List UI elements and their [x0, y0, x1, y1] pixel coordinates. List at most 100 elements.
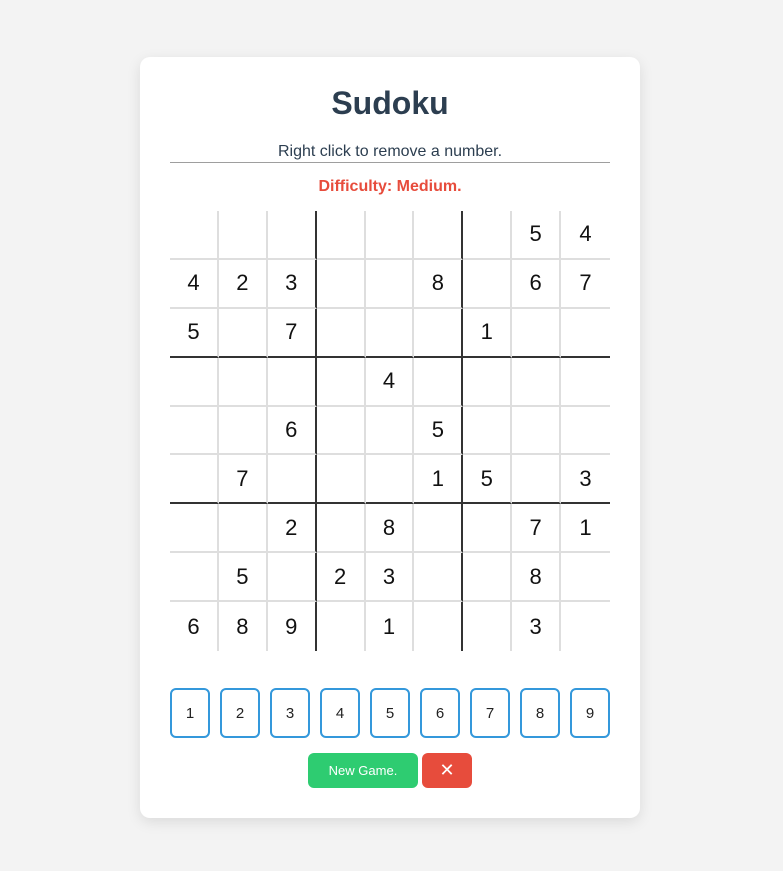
board-cell[interactable]: 7 [512, 504, 562, 554]
board-cell[interactable] [463, 211, 513, 260]
board-cell[interactable] [170, 357, 219, 407]
board-cell[interactable] [365, 259, 415, 309]
board-cell[interactable]: 4 [561, 211, 610, 260]
action-bar: New Game. ✕ [140, 753, 640, 788]
board-cell[interactable]: 8 [414, 259, 464, 309]
sudoku-board: 5442386757146571532871523868913 [170, 211, 610, 651]
board-cell[interactable]: 7 [561, 260, 610, 309]
board-cell[interactable] [316, 259, 366, 309]
board-cell[interactable]: 8 [219, 602, 268, 651]
board-cell[interactable]: 6 [512, 259, 562, 309]
board-cell[interactable] [463, 504, 513, 554]
board-cell[interactable]: 5 [170, 308, 219, 358]
board-cell[interactable] [414, 308, 464, 358]
board-cell[interactable] [561, 602, 610, 651]
board-cell[interactable] [316, 406, 366, 456]
board-cell[interactable] [414, 211, 464, 260]
board-cell[interactable] [414, 553, 464, 603]
board-cell[interactable]: 6 [267, 406, 317, 456]
board-cell[interactable] [365, 308, 415, 358]
board-cell[interactable]: 6 [170, 602, 219, 651]
board-cell[interactable] [414, 504, 464, 554]
board-cell[interactable] [512, 357, 562, 407]
board-cell[interactable] [463, 259, 513, 309]
board-cell[interactable]: 8 [365, 504, 415, 554]
board-cell[interactable] [463, 357, 513, 407]
number-button-6[interactable]: 6 [420, 688, 460, 738]
number-button-8[interactable]: 8 [520, 688, 560, 738]
board-cell[interactable] [463, 406, 513, 456]
number-button-1[interactable]: 1 [170, 688, 210, 738]
board-cell[interactable] [267, 211, 317, 260]
board-cell[interactable] [218, 211, 268, 260]
board-cell[interactable] [316, 455, 366, 505]
difficulty-label: Difficulty: Medium. [318, 178, 462, 195]
board-cell[interactable] [561, 553, 610, 603]
board-cell[interactable] [218, 406, 268, 456]
board-cell[interactable] [267, 553, 317, 603]
board-cell[interactable]: 7 [267, 308, 317, 358]
board-cell[interactable]: 3 [512, 602, 562, 651]
board-cell[interactable]: 3 [365, 553, 415, 603]
board-cell[interactable] [316, 211, 366, 260]
board-cell[interactable]: 1 [463, 308, 513, 358]
board-cell[interactable] [170, 455, 219, 505]
board-cell[interactable] [218, 308, 268, 358]
board-cell[interactable]: 3 [561, 455, 610, 505]
board-cell[interactable] [414, 357, 464, 407]
board-cell[interactable] [561, 358, 610, 407]
close-icon: ✕ [439, 760, 455, 780]
board-cell[interactable] [561, 407, 610, 456]
board-cell[interactable]: 2 [218, 259, 268, 309]
number-button-9[interactable]: 9 [570, 688, 610, 738]
board-cell[interactable]: 5 [218, 553, 268, 603]
number-button-3[interactable]: 3 [270, 688, 310, 738]
board-cell[interactable] [463, 602, 513, 651]
board-cell[interactable]: 1 [561, 504, 610, 554]
board-cell[interactable] [365, 406, 415, 456]
board-cell[interactable] [512, 455, 562, 505]
board-cell[interactable] [170, 211, 219, 260]
board-cell[interactable] [365, 211, 415, 260]
board-cell[interactable] [218, 504, 268, 554]
board-cell[interactable] [218, 357, 268, 407]
board-cell[interactable]: 4 [365, 357, 415, 407]
board-cell[interactable] [365, 455, 415, 505]
board-cell[interactable] [170, 553, 219, 603]
board-cell[interactable] [463, 553, 513, 603]
board-cell[interactable]: 2 [267, 504, 317, 554]
board-cell[interactable] [317, 602, 366, 651]
instructions-text: Right click to remove a number. [170, 143, 610, 163]
board-cell[interactable] [316, 308, 366, 358]
new-game-button[interactable]: New Game. [308, 753, 418, 788]
board-cell[interactable]: 5 [463, 455, 513, 505]
board-cell[interactable]: 9 [268, 602, 317, 651]
board-cell[interactable] [512, 406, 562, 456]
board-cell[interactable]: 1 [414, 455, 464, 505]
board-cell[interactable] [414, 602, 464, 651]
close-button[interactable]: ✕ [422, 753, 472, 788]
number-pad: 123456789 [170, 688, 610, 738]
number-button-7[interactable]: 7 [470, 688, 510, 738]
board-cell[interactable] [561, 309, 610, 358]
board-cell[interactable]: 2 [316, 553, 366, 603]
board-cell[interactable]: 1 [366, 602, 415, 651]
board-cell[interactable]: 7 [218, 455, 268, 505]
sudoku-card: Sudoku Right click to remove a number. D… [140, 57, 640, 818]
board-cell[interactable] [316, 357, 366, 407]
number-button-5[interactable]: 5 [370, 688, 410, 738]
board-cell[interactable]: 5 [414, 406, 464, 456]
board-cell[interactable]: 5 [512, 211, 562, 260]
board-cell[interactable]: 8 [512, 553, 562, 603]
board-cell[interactable] [170, 406, 219, 456]
board-cell[interactable] [170, 504, 219, 554]
board-cell[interactable]: 4 [170, 259, 219, 309]
number-button-2[interactable]: 2 [220, 688, 260, 738]
page-title: Sudoku [331, 85, 449, 121]
board-cell[interactable]: 3 [267, 259, 317, 309]
board-cell[interactable] [316, 504, 366, 554]
board-cell[interactable] [512, 308, 562, 358]
board-cell[interactable] [267, 357, 317, 407]
number-button-4[interactable]: 4 [320, 688, 360, 738]
board-cell[interactable] [267, 455, 317, 505]
